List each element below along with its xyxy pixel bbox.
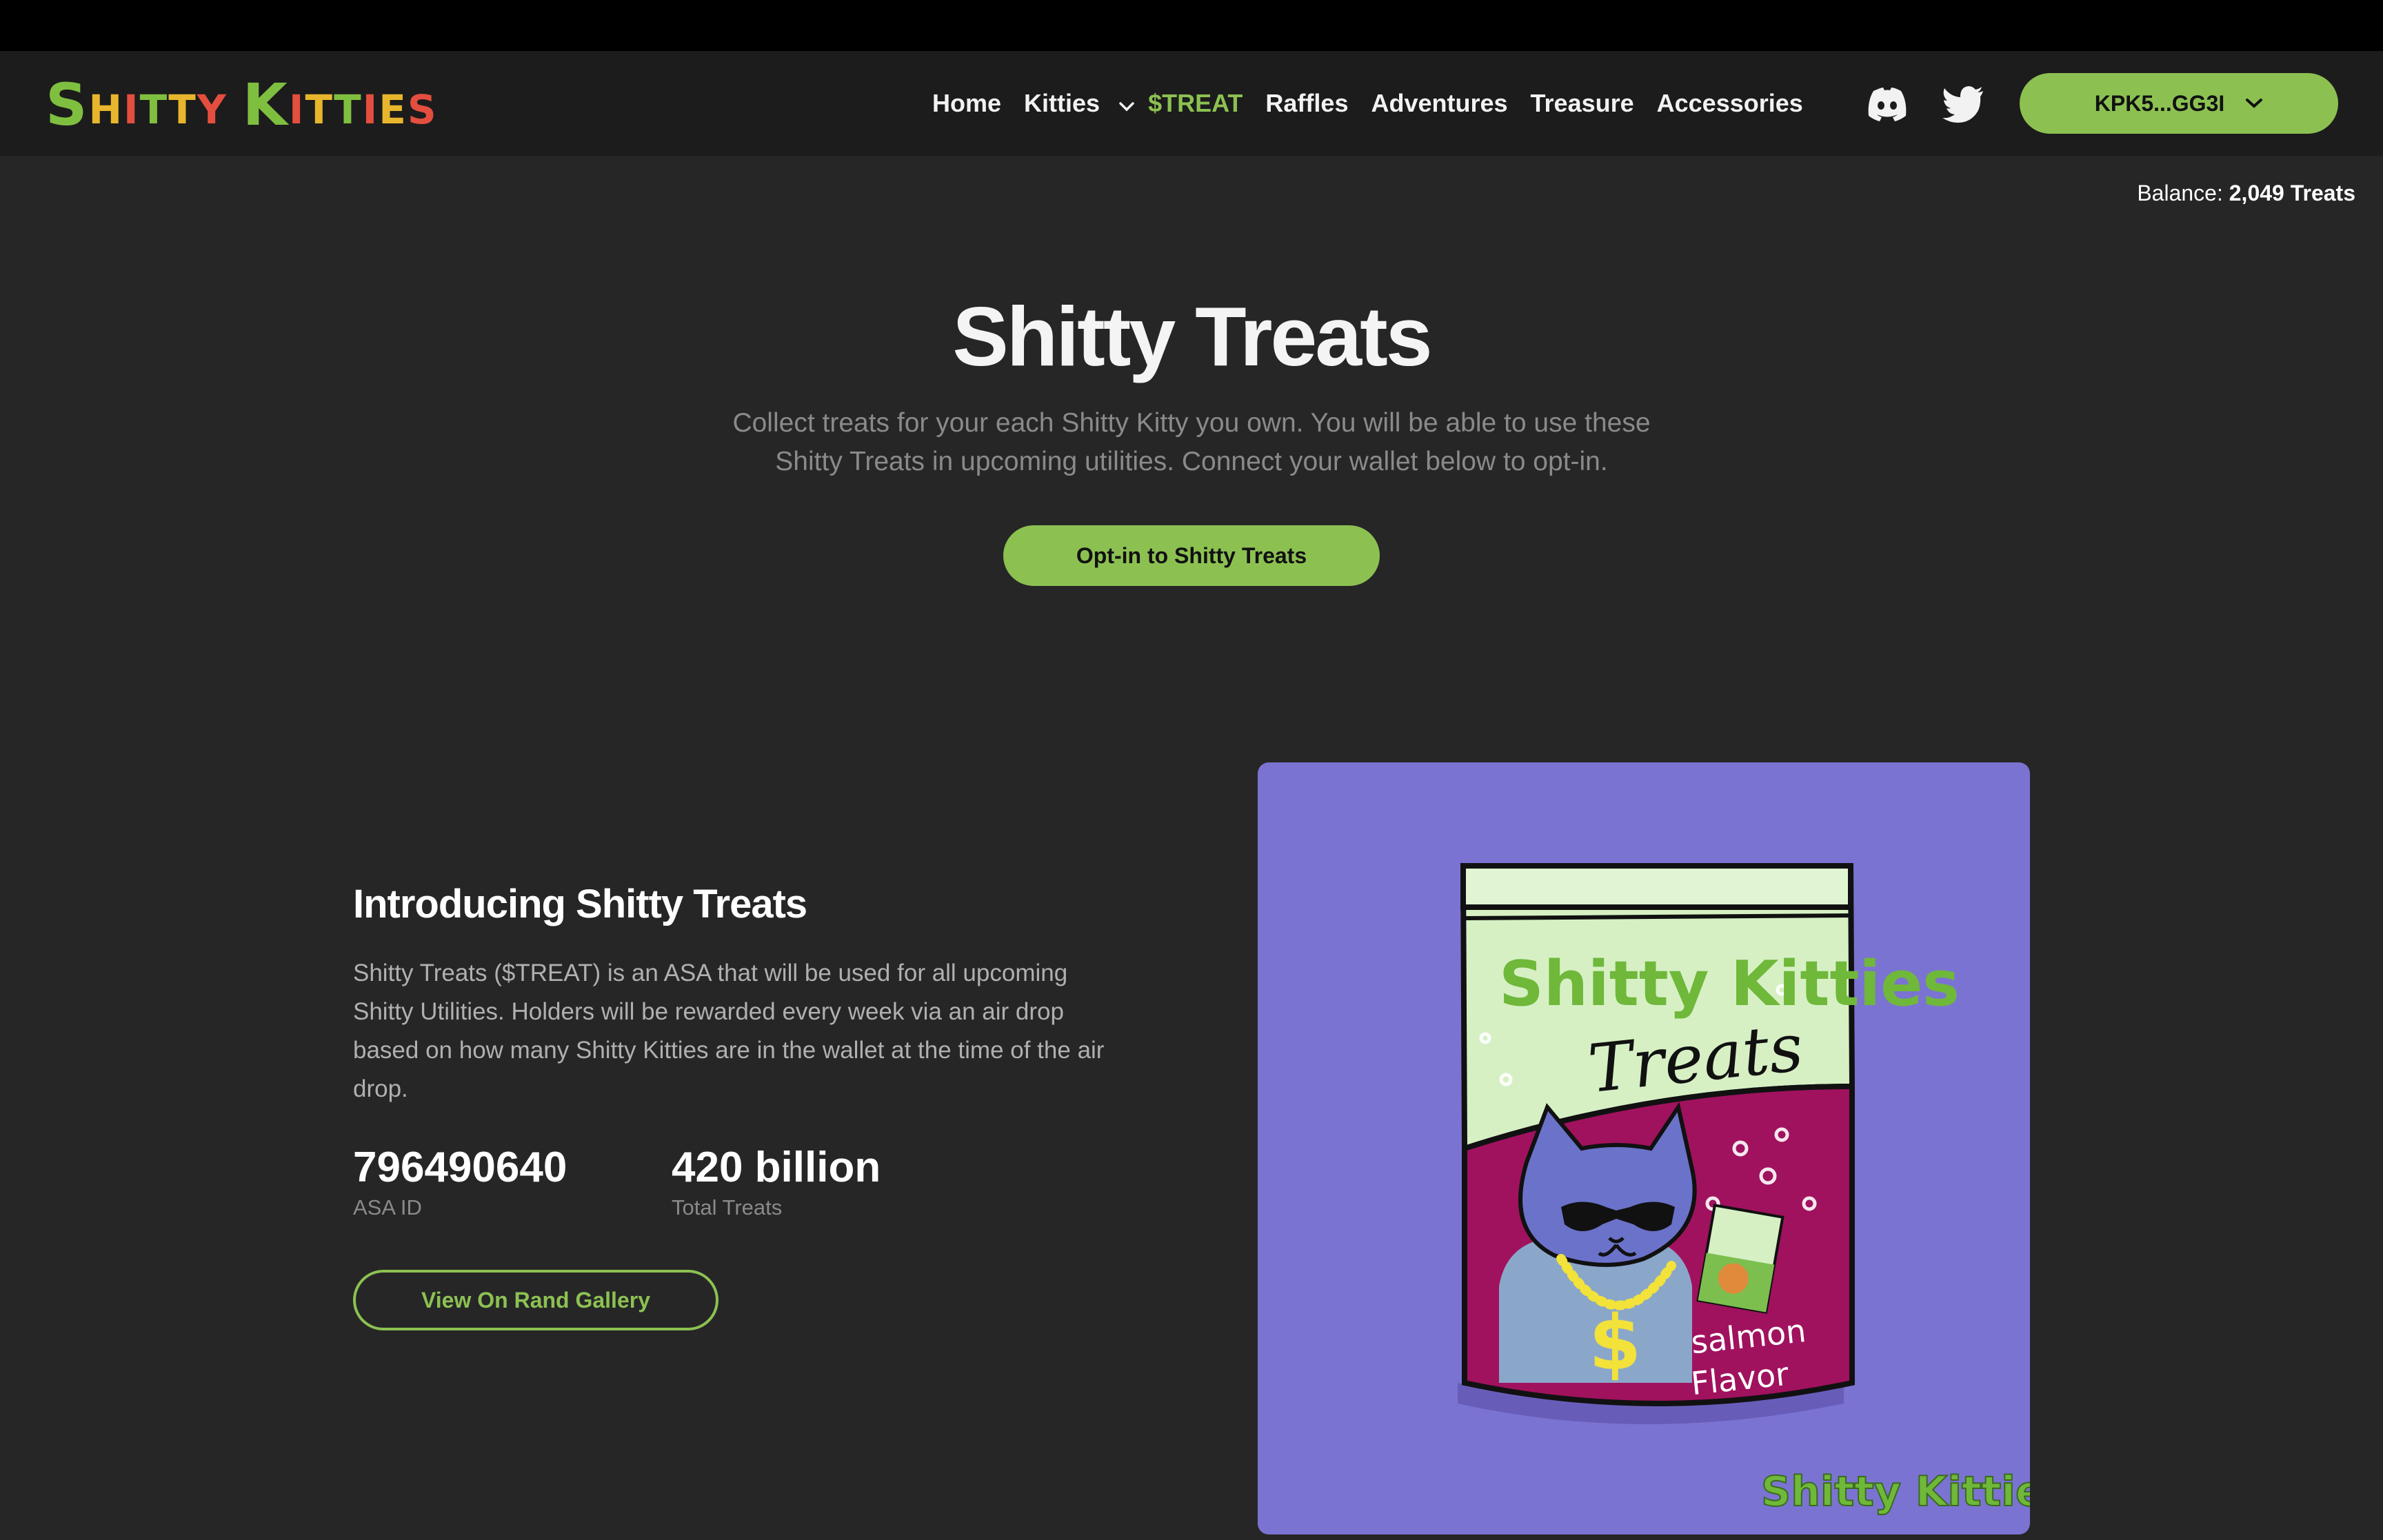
stat-asa-id: 796490640 ASA ID — [353, 1142, 567, 1220]
corner-logo-text: Shitty Kitties — [1761, 1468, 2030, 1516]
stat-label: ASA ID — [353, 1195, 422, 1219]
bag-brand-text: Shitty Kitties — [1499, 948, 1960, 1020]
top-black-bar — [0, 0, 2383, 51]
hero-subtitle: Collect treats for your each Shitty Kitt… — [709, 404, 1674, 481]
intro-title: Introducing Shitty Treats — [353, 882, 807, 926]
stat-label: Total Treats — [672, 1195, 783, 1219]
nav-treat[interactable]: $TREAT — [1148, 89, 1243, 118]
view-on-rand-gallery-button[interactable]: View On Rand Gallery — [353, 1270, 718, 1330]
navbar: S H I T T Y K I T T I E S Home Kitties $… — [0, 51, 2383, 156]
nav-raffles[interactable]: Raffles — [1265, 89, 1348, 118]
balance-label: Balance: — [2137, 181, 2223, 205]
stat-total-treats: 420 billion Total Treats — [672, 1142, 881, 1220]
main-nav: Home Kitties $TREAT Raffles Adventures T… — [932, 51, 1826, 156]
brand-logo[interactable]: S H I T T Y K I T T I E S — [46, 76, 436, 134]
nav-kitties-label: Kitties — [1024, 89, 1100, 117]
nav-treasure[interactable]: Treasure — [1531, 89, 1634, 118]
nav-adventures[interactable]: Adventures — [1371, 89, 1507, 118]
stat-value: 796490640 — [353, 1144, 567, 1191]
hero-subtitle-line-2: Shitty Treats in upcoming utilities. Con… — [775, 447, 1608, 476]
nav-accessories[interactable]: Accessories — [1657, 89, 1803, 118]
chevron-down-icon — [1119, 89, 1134, 118]
page-title: Shitty Treats — [952, 290, 1432, 383]
intro-body: Shitty Treats ($TREAT) is an ASA that wi… — [353, 960, 1105, 1102]
stat-value: 420 billion — [672, 1144, 881, 1191]
svg-text:$: $ — [1589, 1299, 1642, 1387]
hero-subtitle-line-1: Collect treats for your each Shitty Kitt… — [732, 408, 1651, 438]
wallet-button[interactable]: KPK5...GG3I — [2020, 73, 2338, 134]
balance-readout: Balance: 2,049 Treats — [2137, 181, 2355, 206]
twitter-icon[interactable] — [1940, 81, 1986, 127]
nav-home[interactable]: Home — [932, 89, 1001, 118]
discord-icon[interactable] — [1864, 81, 1910, 127]
nav-kitties[interactable]: Kitties — [1024, 89, 1141, 118]
wallet-address: KPK5...GG3I — [2094, 90, 2225, 116]
balance-value: 2,049 Treats — [2229, 181, 2355, 205]
chevron-down-icon — [2246, 99, 2263, 108]
treats-bag-artwork: $ Shitty Kitties Treats salmon Flavor Sh… — [1258, 762, 2030, 1534]
opt-in-button[interactable]: Opt-in to Shitty Treats — [1003, 525, 1380, 586]
